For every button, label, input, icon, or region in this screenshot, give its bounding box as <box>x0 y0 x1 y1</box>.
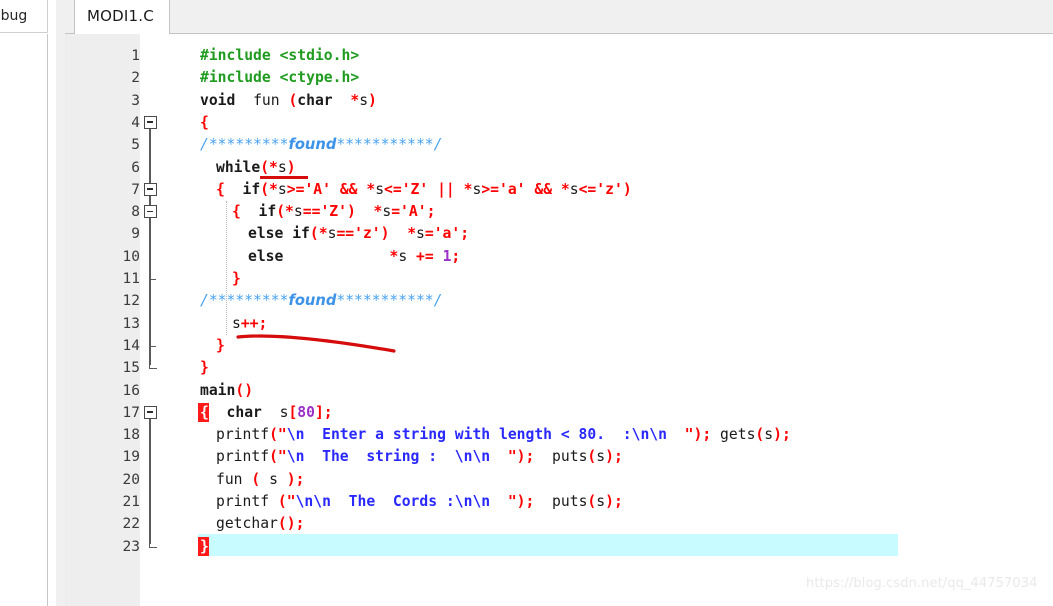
line-number: 16 <box>122 382 140 399</box>
editor-tab-bar: MODI1.C <box>65 0 1053 35</box>
code-surface[interactable]: 1 2 3 4 5 6 7 8 9 10 11 12 13 14 15 16 17 18 19 20 21 22 23 #i… <box>65 34 1053 606</box>
line-number: 7 <box>131 181 140 198</box>
fold-guide-line <box>149 127 151 366</box>
line-number: 13 <box>122 315 140 332</box>
code-line[interactable]: } <box>216 335 225 357</box>
code-line[interactable]: { char s[80]; <box>200 402 333 424</box>
selected-line-highlight <box>198 533 898 556</box>
line-number: 21 <box>122 494 140 510</box>
left-panel-tab-label: ebug <box>0 8 28 24</box>
line-number: 1 <box>131 48 140 64</box>
code-line[interactable]: /*********found***********/ <box>200 134 442 156</box>
annotation-underline-increment <box>236 331 406 361</box>
code-editor-window: ebug MODI1.C 123456789101112131415161718… <box>0 0 1053 606</box>
panel-divider <box>56 0 65 606</box>
left-panel-strip: ebug <box>0 0 65 606</box>
fold-region-end <box>149 353 158 370</box>
line-number: 6 <box>131 159 140 176</box>
code-line[interactable]: printf("\n Enter a string with length < … <box>216 424 791 446</box>
tab-label: MODI1.C <box>87 7 154 25</box>
left-panel-tab-debug[interactable]: ebug <box>0 0 48 33</box>
code-line[interactable]: } <box>232 268 241 290</box>
code-line[interactable]: } <box>200 357 209 379</box>
line-number: 19 <box>122 449 140 466</box>
editor-pane: MODI1.C 1 2 3 4 5 6 7 8 9 10 11 12 13 14 15 16 17 18 19 20 2… <box>65 0 1053 606</box>
line-number: 22 <box>122 516 140 533</box>
left-panel-body <box>0 34 48 606</box>
annotation-underline-while <box>260 176 309 179</box>
line-number: 9 <box>131 226 140 243</box>
code-text-area[interactable]: #include <stdio.h> #include <ctype.h> void… <box>140 34 1053 606</box>
watermark-text: https://blog.csdn.net/qq_44757034 <box>806 576 1038 591</box>
fold-toggle-icon[interactable] <box>143 205 157 219</box>
brace-glyph: } <box>200 537 209 555</box>
fold-toggle-icon[interactable] <box>143 115 157 129</box>
line-number: 14 <box>122 337 140 354</box>
line-number-gutter: 1 2 3 4 5 6 7 8 9 10 11 12 13 14 15 16 17 18 19 20 21 22 23 <box>65 34 140 606</box>
line-number: 8 <box>131 204 140 221</box>
fold-toggle-icon[interactable] <box>143 405 157 419</box>
line-number: 17 <box>122 404 140 421</box>
line-number: 4 <box>131 114 140 131</box>
fold-region-end <box>149 531 158 548</box>
brace-glyph: { <box>200 403 209 421</box>
code-line[interactable]: getchar(); <box>216 513 304 535</box>
line-number: 12 <box>122 293 140 310</box>
code-line[interactable]: printf ("\n\n The Cords :\n\n "); puts(s… <box>216 491 623 513</box>
code-line[interactable]: { if(*s>='A' && *s<='Z' || *s>='a' && *s… <box>216 179 632 201</box>
code-line[interactable]: { <box>200 112 209 134</box>
line-number: 15 <box>122 360 140 377</box>
line-number: 20 <box>122 471 140 488</box>
indent-guide <box>226 201 228 335</box>
line-number: 3 <box>131 92 140 109</box>
line-number: 18 <box>122 427 140 444</box>
code-line[interactable]: fun ( s ); <box>216 469 304 491</box>
line-number: 11 <box>122 271 140 287</box>
fold-tick-mark <box>149 345 157 348</box>
fold-guide-line <box>149 417 151 544</box>
code-line[interactable]: void fun (char *s) <box>200 90 377 112</box>
code-line[interactable]: /*********found***********/ <box>200 290 442 312</box>
code-line[interactable]: #include <ctype.h> <box>200 67 359 89</box>
code-line[interactable]: else if(*s=='z') *s='a'; <box>248 223 469 245</box>
code-line[interactable]: main() <box>200 380 253 402</box>
code-line[interactable]: printf("\n The string : \n\n "); puts(s)… <box>216 446 623 468</box>
fold-tick-mark <box>149 279 157 281</box>
fold-toggle-icon[interactable] <box>143 182 157 196</box>
tab-modi1-c[interactable]: MODI1.C <box>74 0 170 34</box>
line-number: 5 <box>131 137 140 154</box>
code-line[interactable]: { if(*s=='Z') *s='A'; <box>232 201 435 223</box>
code-line[interactable]: #include <stdio.h> <box>200 45 359 67</box>
line-number: 2 <box>131 70 140 87</box>
line-number: 23 <box>122 538 140 555</box>
line-number: 10 <box>122 248 140 265</box>
code-line[interactable]: else *s += 1; <box>248 246 460 268</box>
